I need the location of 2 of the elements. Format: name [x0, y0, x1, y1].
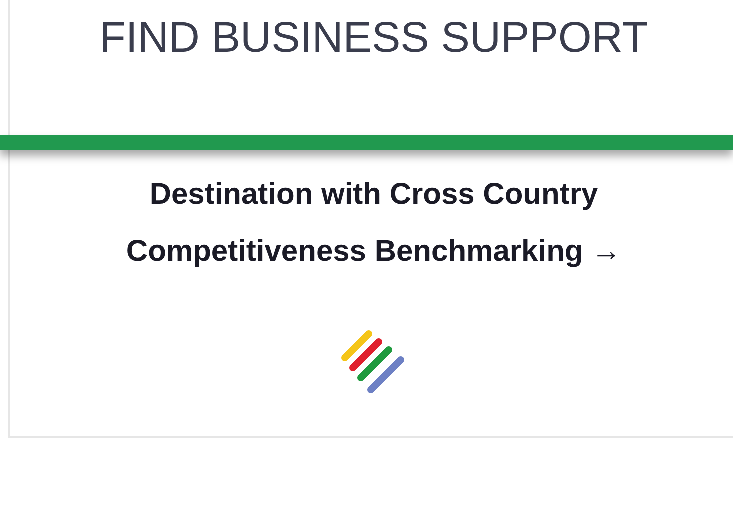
section-heading: FIND BUSINESS SUPPORT [100, 13, 648, 64]
benchmarking-link[interactable]: Destination with Cross Country Competitiveness Benchmarking → [104, 166, 644, 280]
